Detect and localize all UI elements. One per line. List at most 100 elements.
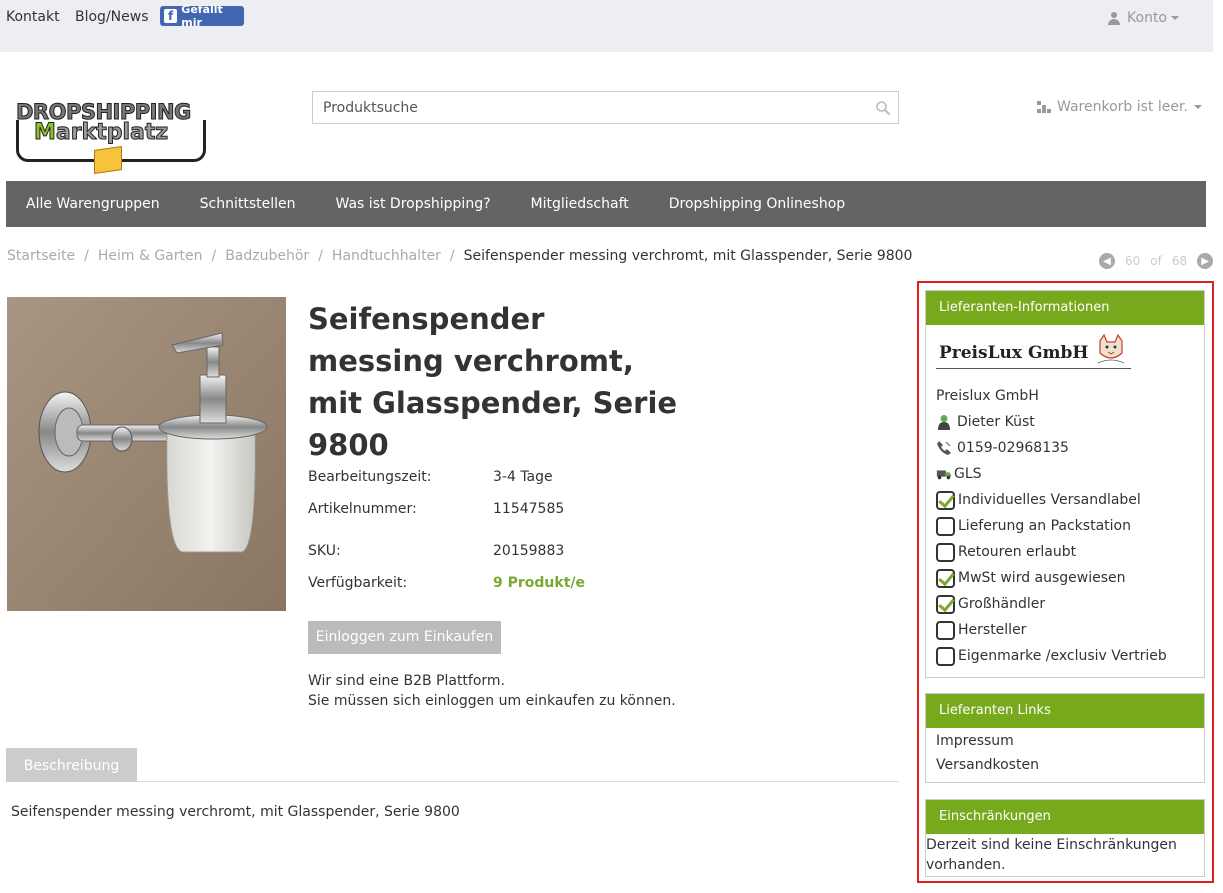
supplier-logo: PreisLux GmbH — [926, 325, 1204, 383]
cart-icon — [1037, 101, 1051, 113]
search-input[interactable] — [313, 92, 853, 123]
article-number-value: 11547585 — [493, 501, 565, 517]
account-label: Konto — [1127, 10, 1167, 26]
facebook-icon: f — [164, 9, 178, 23]
contact-person-row: Dieter Küst — [926, 409, 1204, 435]
pager-current: 60 — [1125, 254, 1141, 268]
top-bar: Kontakt Blog/News f Gefällt mir Konto — [0, 0, 1213, 52]
feature-label: Großhändler — [958, 596, 1046, 612]
carrier-name: GLS — [954, 466, 982, 482]
nav-item-what-is-dropshipping[interactable]: Was ist Dropshipping? — [316, 181, 511, 227]
availability-value: 9 Produkt/e — [493, 575, 585, 591]
b2b-notice-line-1: Wir sind eine B2B Plattform. — [308, 673, 506, 689]
feature-label: Eigenmarke /exclusiv Vertrieb — [958, 648, 1167, 664]
search-icon[interactable] — [876, 101, 890, 115]
feature-row: MwSt wird ausgewiesen — [926, 565, 1204, 591]
feature-label: Retouren erlaubt — [958, 544, 1077, 560]
checkbox-unchecked-icon — [936, 516, 955, 536]
breadcrumb: Startseite / Heim & Garten / Badzubehör … — [7, 248, 912, 264]
checkbox-unchecked-icon — [936, 620, 955, 640]
facebook-like-label: Gefällt mir — [181, 3, 223, 29]
tab-description[interactable]: Beschreibung — [6, 748, 137, 782]
processing-time-value: 3-4 Tage — [493, 469, 553, 485]
checkbox-unchecked-icon — [936, 542, 955, 562]
sku-label: SKU: — [308, 543, 341, 559]
restrictions-text: Derzeit sind keine Einschränkungen vorha… — [926, 837, 1177, 873]
sku-value: 20159883 — [493, 543, 565, 559]
article-number-label: Artikelnummer: — [308, 501, 417, 517]
caret-down-icon — [1171, 16, 1179, 20]
breadcrumb-towel-holders[interactable]: Handtuchhalter — [332, 248, 441, 264]
breadcrumb-separator: / — [211, 248, 217, 264]
lynx-mascot-icon — [1097, 333, 1125, 364]
breadcrumb-bath-accessories[interactable]: Badzubehör — [225, 248, 309, 264]
cart-dropdown[interactable]: Warenkorb ist leer. — [1037, 99, 1202, 115]
breadcrumb-home-garden[interactable]: Heim & Garten — [98, 248, 203, 264]
facebook-like-button[interactable]: f Gefällt mir — [160, 3, 244, 29]
person-icon — [938, 415, 950, 430]
supplier-logo-underline — [936, 368, 1131, 369]
site-logo[interactable]: DROPSHIPPING Marktplatz — [14, 96, 210, 180]
breadcrumb-separator: / — [318, 248, 323, 264]
restrictions-heading: Einschränkungen — [926, 800, 1204, 834]
feature-row: Eigenmarke /exclusiv Vertrieb — [926, 643, 1204, 669]
nav-item-all-categories[interactable]: Alle Warengruppen — [6, 181, 180, 227]
breadcrumb-home[interactable]: Startseite — [7, 248, 75, 264]
product-image[interactable] — [7, 297, 286, 611]
feature-row: Lieferung an Packstation — [926, 513, 1204, 539]
feature-label: Hersteller — [958, 622, 1027, 638]
contact-person: Dieter Küst — [957, 414, 1035, 430]
next-product-icon[interactable]: ▶ — [1197, 253, 1214, 269]
supplier-links-panel: Lieferanten Links Impressum Versandkoste… — [925, 693, 1205, 783]
b2b-notice: Wir sind eine B2B Plattform. Sie müssen … — [308, 671, 676, 711]
product-pager: ◀ 60 of 68 ▶ — [1099, 253, 1214, 269]
checkbox-checked-icon — [936, 568, 955, 588]
checkbox-checked-icon — [936, 490, 955, 510]
phone-number: 0159-02968135 — [957, 440, 1069, 456]
feature-row: Großhändler — [926, 591, 1204, 617]
phone-row: 0159-02968135 — [926, 435, 1204, 461]
main-nav: Alle Warengruppen Schnittstellen Was ist… — [6, 181, 1206, 227]
nav-item-interfaces[interactable]: Schnittstellen — [180, 181, 316, 227]
supplier-links-heading: Lieferanten Links — [926, 694, 1204, 728]
processing-time-label: Bearbeitungszeit: — [308, 469, 432, 485]
phone-icon — [937, 441, 951, 455]
logo-line-2: Marktplatz — [34, 120, 169, 146]
nav-item-membership[interactable]: Mitgliedschaft — [511, 181, 649, 227]
cart-label: Warenkorb ist leer. — [1057, 99, 1188, 115]
feature-label: Individuelles Versandlabel — [958, 492, 1141, 508]
restrictions-panel: Einschränkungen Derzeit sind keine Einsc… — [925, 799, 1205, 877]
checkbox-checked-icon — [936, 594, 955, 614]
description-text: Seifenspender messing verchromt, mit Gla… — [11, 804, 460, 820]
pager-total: 68 — [1171, 254, 1188, 268]
breadcrumb-separator: / — [449, 248, 455, 264]
nav-item-onlineshop[interactable]: Dropshipping Onlineshop — [649, 181, 865, 227]
feature-row: Hersteller — [926, 617, 1204, 643]
caret-down-icon — [1193, 105, 1202, 109]
shipping-costs-link[interactable]: Versandkosten — [926, 753, 1204, 777]
feature-label: MwSt wird ausgewiesen — [958, 570, 1126, 586]
supplier-name-text: Preislux GmbH — [936, 388, 1039, 404]
package-icon — [94, 146, 122, 174]
tab-divider — [6, 781, 899, 782]
b2b-notice-line-2: Sie müssen sich einloggen um einkaufen z… — [308, 693, 676, 709]
imprint-link[interactable]: Impressum — [926, 729, 1204, 753]
checkbox-unchecked-icon — [936, 646, 955, 666]
supplier-info-panel: Lieferanten-Informationen PreisLux GmbH … — [925, 290, 1205, 678]
supplier-name: Preislux GmbH — [926, 383, 1204, 409]
breadcrumb-current: Seifenspender messing verchromt, mit Gla… — [463, 248, 913, 264]
supplier-logo-text: PreisLux GmbH — [939, 343, 1089, 363]
truck-icon — [936, 470, 952, 480]
availability-label: Verfügbarkeit: — [308, 575, 408, 591]
previous-product-icon[interactable]: ◀ — [1099, 253, 1115, 269]
account-menu[interactable]: Konto — [1108, 10, 1179, 26]
product-title: Seifenspender messing verchromt, mit Gla… — [308, 302, 678, 462]
search-box — [312, 91, 899, 124]
blog-link[interactable]: Blog/News — [75, 9, 149, 25]
contact-link[interactable]: Kontakt — [6, 9, 60, 25]
login-to-buy-button[interactable]: Einloggen zum Einkaufen — [308, 621, 501, 654]
feature-row: Individuelles Versandlabel — [926, 487, 1204, 513]
feature-label: Lieferung an Packstation — [958, 518, 1131, 534]
carrier-row: GLS — [926, 461, 1204, 487]
breadcrumb-separator: / — [84, 248, 89, 264]
